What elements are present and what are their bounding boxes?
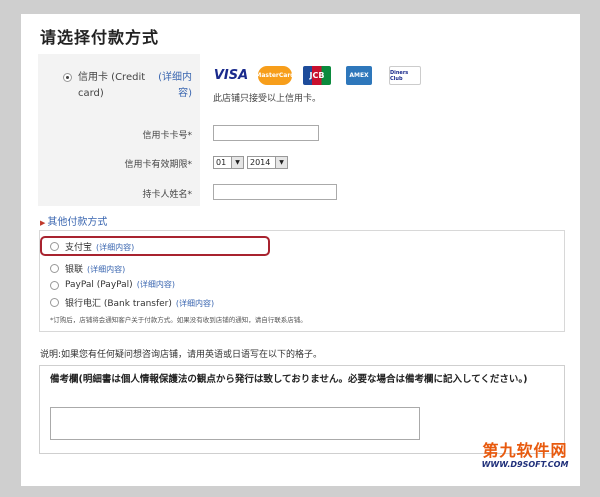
amex-logo: AMEX — [346, 66, 372, 85]
payment-note: *订购后，店铺将会通知客户关于付款方式。如果没有收到店铺的通知，请自行联系店铺。 — [50, 316, 307, 324]
option-label: 银行电汇 (Bank transfer) — [65, 299, 172, 309]
expiry-year-value: 2014 — [250, 158, 271, 167]
card-holder-label: 持卡人姓名* — [142, 190, 192, 200]
unionpay-radio[interactable] — [50, 264, 59, 273]
cards-accepted-note: 此店铺只接受以上信用卡。 — [213, 94, 322, 104]
mastercard-logo: MasterCard — [255, 66, 295, 85]
option-label: PayPal (PayPal) — [65, 280, 133, 290]
credit-card-label: 信用卡 (Credit card) — [78, 72, 146, 99]
other-methods-label: 其他付款方式 — [47, 217, 108, 228]
watermark: 第九软件网 WWW.D9SOFT.COM — [470, 441, 580, 470]
expiry-label: 信用卡有效期限* — [124, 160, 192, 170]
card-number-label: 信用卡卡号* — [142, 131, 192, 141]
remark-heading: 備考欄(明細書は個人情報保護法の観点から発行は致しておりません。必要な場合は備考… — [50, 374, 528, 385]
chevron-down-icon: ▼ — [231, 157, 243, 168]
credit-card-detail-link[interactable]: (详细内容) — [158, 70, 192, 102]
chevron-down-icon: ▼ — [275, 157, 287, 168]
credit-card-radio[interactable] — [63, 73, 72, 82]
card-number-input[interactable] — [213, 125, 319, 141]
option-label: 支付宝 — [65, 243, 93, 253]
paypal-radio[interactable] — [50, 281, 59, 290]
option-detail-link[interactable]: (详细内容) — [96, 243, 134, 252]
watermark-en: WWW.D9SOFT.COM — [481, 460, 569, 469]
option-bank-transfer[interactable]: 银行电汇 (Bank transfer) (详细内容) — [65, 296, 214, 309]
page-title: 请选择付款方式 — [40, 28, 160, 47]
triangle-right-icon: ▶ — [40, 219, 46, 227]
option-paypal[interactable]: PayPal (PayPal) (详细内容) — [65, 279, 175, 290]
inquiry-instructions: 说明:如果您有任何疑问想咨询店铺，请用英语或日语写在以下的格子。 — [40, 350, 323, 360]
expiry-year-select[interactable]: 2014 ▼ — [247, 156, 288, 169]
jcb-logo: JCB — [303, 66, 331, 85]
other-methods-toggle[interactable]: ▶ 其他付款方式 — [40, 213, 107, 228]
option-label: 银联 — [65, 265, 84, 275]
card-holder-input[interactable] — [213, 184, 337, 200]
alipay-radio[interactable] — [50, 242, 59, 251]
option-unionpay[interactable]: 银联 (详细内容) — [65, 262, 125, 275]
expiry-month-select[interactable]: 01 ▼ — [213, 156, 244, 169]
bank-transfer-radio[interactable] — [50, 298, 59, 307]
diners-logo: Diners Club — [389, 66, 421, 85]
expiry-month-value: 01 — [216, 158, 227, 167]
remark-textarea[interactable] — [50, 407, 420, 440]
option-detail-link[interactable]: (详细内容) — [87, 265, 125, 274]
visa-logo: VISA — [213, 68, 249, 83]
watermark-cn: 第九软件网 — [482, 441, 568, 460]
option-detail-link[interactable]: (详细内容) — [137, 280, 175, 289]
option-alipay[interactable]: 支付宝 (详细内容) — [65, 240, 134, 253]
option-detail-link[interactable]: (详细内容) — [176, 299, 214, 308]
